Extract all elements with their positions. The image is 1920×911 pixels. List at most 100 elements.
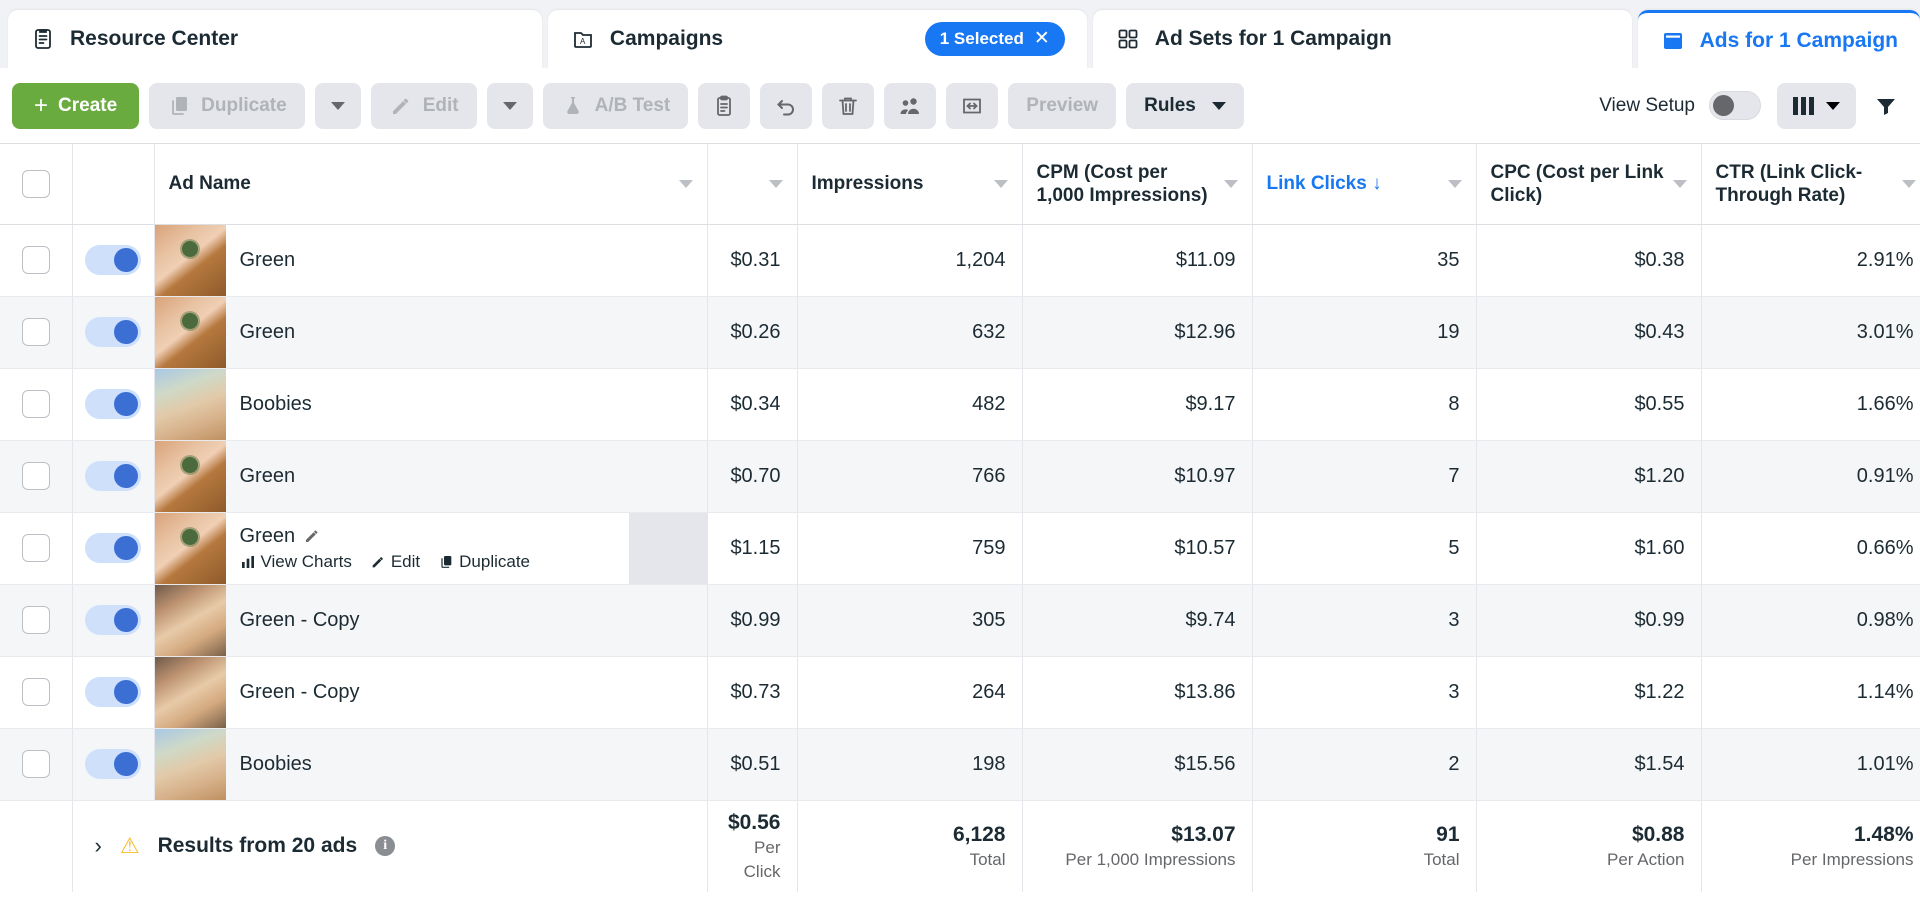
filter-button[interactable] xyxy=(1866,83,1906,129)
row-checkbox-cell[interactable] xyxy=(0,728,73,801)
select-all-checkbox[interactable] xyxy=(21,169,50,198)
table-row[interactable]: Boobies $0.51 198 $15.56 2 $1.54 1.01% xyxy=(0,728,1920,801)
view-charts-link[interactable]: View Charts xyxy=(240,552,352,572)
row-checkbox[interactable] xyxy=(21,750,50,778)
row-checkbox-cell[interactable] xyxy=(0,512,73,585)
ab-test-button[interactable]: A/B Test xyxy=(542,82,689,129)
header-cost[interactable] xyxy=(707,144,798,225)
ad-name-cell[interactable]: Green xyxy=(154,224,708,297)
row-checkbox-cell[interactable] xyxy=(0,296,73,369)
header-select-all[interactable] xyxy=(0,144,73,225)
row-toggle-cell[interactable] xyxy=(72,512,155,585)
rules-button[interactable]: Rules xyxy=(1126,82,1244,129)
delete-button[interactable] xyxy=(822,82,875,129)
row-checkbox[interactable] xyxy=(21,318,50,346)
header-cpc[interactable]: CPC (Cost per Link Click) xyxy=(1476,144,1702,225)
ad-name-cell[interactable]: Green View Charts Edit Duplicate xyxy=(154,512,708,585)
header-impressions[interactable]: Impressions xyxy=(797,144,1023,225)
ad-name-cell[interactable]: Green - Copy xyxy=(154,584,708,657)
row-checkbox-cell[interactable] xyxy=(0,224,73,297)
ad-name-label: Green xyxy=(239,248,296,271)
header-link-clicks[interactable]: Link Clicks ↓ xyxy=(1252,144,1477,225)
preview-button[interactable]: Preview xyxy=(1008,82,1117,129)
ads-table-container[interactable]: Ad Name Impressions CPM (Cost per 1,000 … xyxy=(0,144,1920,911)
row-checkbox[interactable] xyxy=(21,534,50,562)
ad-name-cell[interactable]: Boobies xyxy=(154,368,708,441)
selected-badge[interactable]: 1 Selected ✕ xyxy=(924,22,1065,56)
chevron-down-icon[interactable] xyxy=(1223,179,1238,188)
tab-ads[interactable]: Ads for 1 Campaign xyxy=(1637,10,1920,68)
tab-ad-sets[interactable]: Ad Sets for 1 Campaign xyxy=(1092,10,1632,68)
table-row[interactable]: Green $0.70 766 $10.97 7 $1.20 0.91% xyxy=(0,440,1920,513)
ad-status-toggle[interactable] xyxy=(85,533,141,563)
ad-status-toggle[interactable] xyxy=(85,605,141,635)
ad-status-toggle[interactable] xyxy=(85,317,141,347)
impressions-cell: 482 xyxy=(797,368,1023,441)
ad-status-toggle[interactable] xyxy=(85,389,141,419)
chevron-down-icon[interactable] xyxy=(1447,179,1462,188)
ad-name-cell[interactable]: Green xyxy=(154,296,708,369)
row-checkbox[interactable] xyxy=(21,462,50,490)
export-icon xyxy=(960,94,984,118)
header-label: CPM (Cost per 1,000 Impressions) xyxy=(1036,161,1208,206)
duplicate-dropdown-button[interactable] xyxy=(314,82,361,129)
ad-status-toggle[interactable] xyxy=(85,245,141,275)
tab-campaigns[interactable]: A Campaigns 1 Selected ✕ xyxy=(547,10,1087,68)
row-checkbox[interactable] xyxy=(21,678,50,706)
ad-name-cell[interactable]: Green xyxy=(154,440,708,513)
row-checkbox-cell[interactable] xyxy=(0,440,73,513)
chevron-down-icon[interactable] xyxy=(993,179,1008,188)
duplicate-link[interactable]: Duplicate xyxy=(438,552,530,572)
row-checkbox-cell[interactable] xyxy=(0,368,73,441)
edit-link[interactable]: Edit xyxy=(370,552,420,572)
columns-button[interactable] xyxy=(1777,82,1856,129)
ad-status-toggle[interactable] xyxy=(85,749,141,779)
create-button[interactable]: + Create xyxy=(12,82,140,129)
clipboard-button[interactable] xyxy=(698,82,751,129)
ad-status-toggle[interactable] xyxy=(85,677,141,707)
row-toggle-cell[interactable] xyxy=(72,368,155,441)
duplicate-button[interactable]: Duplicate xyxy=(149,82,305,129)
row-toggle-cell[interactable] xyxy=(72,584,155,657)
view-setup-control[interactable]: View Setup xyxy=(1599,91,1761,120)
info-icon[interactable]: i xyxy=(375,836,396,857)
chevron-down-icon[interactable] xyxy=(768,179,783,188)
table-row[interactable]: Green View Charts Edit Duplicate $1.15 759 $10… xyxy=(0,512,1920,585)
header-cpm[interactable]: CPM (Cost per 1,000 Impressions) xyxy=(1022,144,1253,225)
pencil-icon[interactable] xyxy=(303,527,321,545)
export-button[interactable] xyxy=(946,82,999,129)
expand-chevron-icon[interactable]: › xyxy=(95,835,102,857)
table-row[interactable]: Green $0.26 632 $12.96 19 $0.43 3.01% xyxy=(0,296,1920,369)
ad-name-cell[interactable]: Green - Copy xyxy=(154,656,708,729)
edit-dropdown-button[interactable] xyxy=(486,82,533,129)
row-toggle-cell[interactable] xyxy=(72,296,155,369)
row-checkbox[interactable] xyxy=(21,246,50,274)
header-ad-name[interactable]: Ad Name xyxy=(154,144,708,225)
undo-button[interactable] xyxy=(760,82,813,129)
row-toggle-cell[interactable] xyxy=(72,224,155,297)
chevron-down-icon[interactable] xyxy=(1901,179,1916,188)
row-checkbox[interactable] xyxy=(21,390,50,418)
ad-status-toggle[interactable] xyxy=(85,461,141,491)
chevron-down-icon[interactable] xyxy=(678,179,693,188)
edit-button[interactable]: Edit xyxy=(370,82,477,129)
table-row[interactable]: Green - Copy $0.99 305 $9.74 3 $0.99 0.98% xyxy=(0,584,1920,657)
table-row[interactable]: Green - Copy $0.73 264 $13.86 3 $1.22 1.14% xyxy=(0,656,1920,729)
chevron-down-icon[interactable] xyxy=(1672,179,1687,188)
table-row[interactable]: Boobies $0.34 482 $9.17 8 $0.55 1.66% xyxy=(0,368,1920,441)
view-setup-toggle[interactable] xyxy=(1709,91,1761,120)
warning-icon: ⚠ xyxy=(119,833,140,859)
row-toggle-cell[interactable] xyxy=(72,656,155,729)
impressions-cell: 766 xyxy=(797,440,1023,513)
row-checkbox-cell[interactable] xyxy=(0,656,73,729)
row-checkbox[interactable] xyxy=(21,606,50,634)
row-checkbox-cell[interactable] xyxy=(0,584,73,657)
close-icon[interactable]: ✕ xyxy=(1034,29,1050,48)
ad-name-cell[interactable]: Boobies xyxy=(154,728,708,801)
row-toggle-cell[interactable] xyxy=(72,728,155,801)
tab-resource-center[interactable]: Resource Center xyxy=(8,10,542,68)
audience-button[interactable] xyxy=(884,82,937,129)
row-toggle-cell[interactable] xyxy=(72,440,155,513)
header-ctr[interactable]: CTR (Link Click-Through Rate) xyxy=(1701,144,1920,225)
table-row[interactable]: Green $0.31 1,204 $11.09 35 $0.38 2.91% xyxy=(0,224,1920,297)
